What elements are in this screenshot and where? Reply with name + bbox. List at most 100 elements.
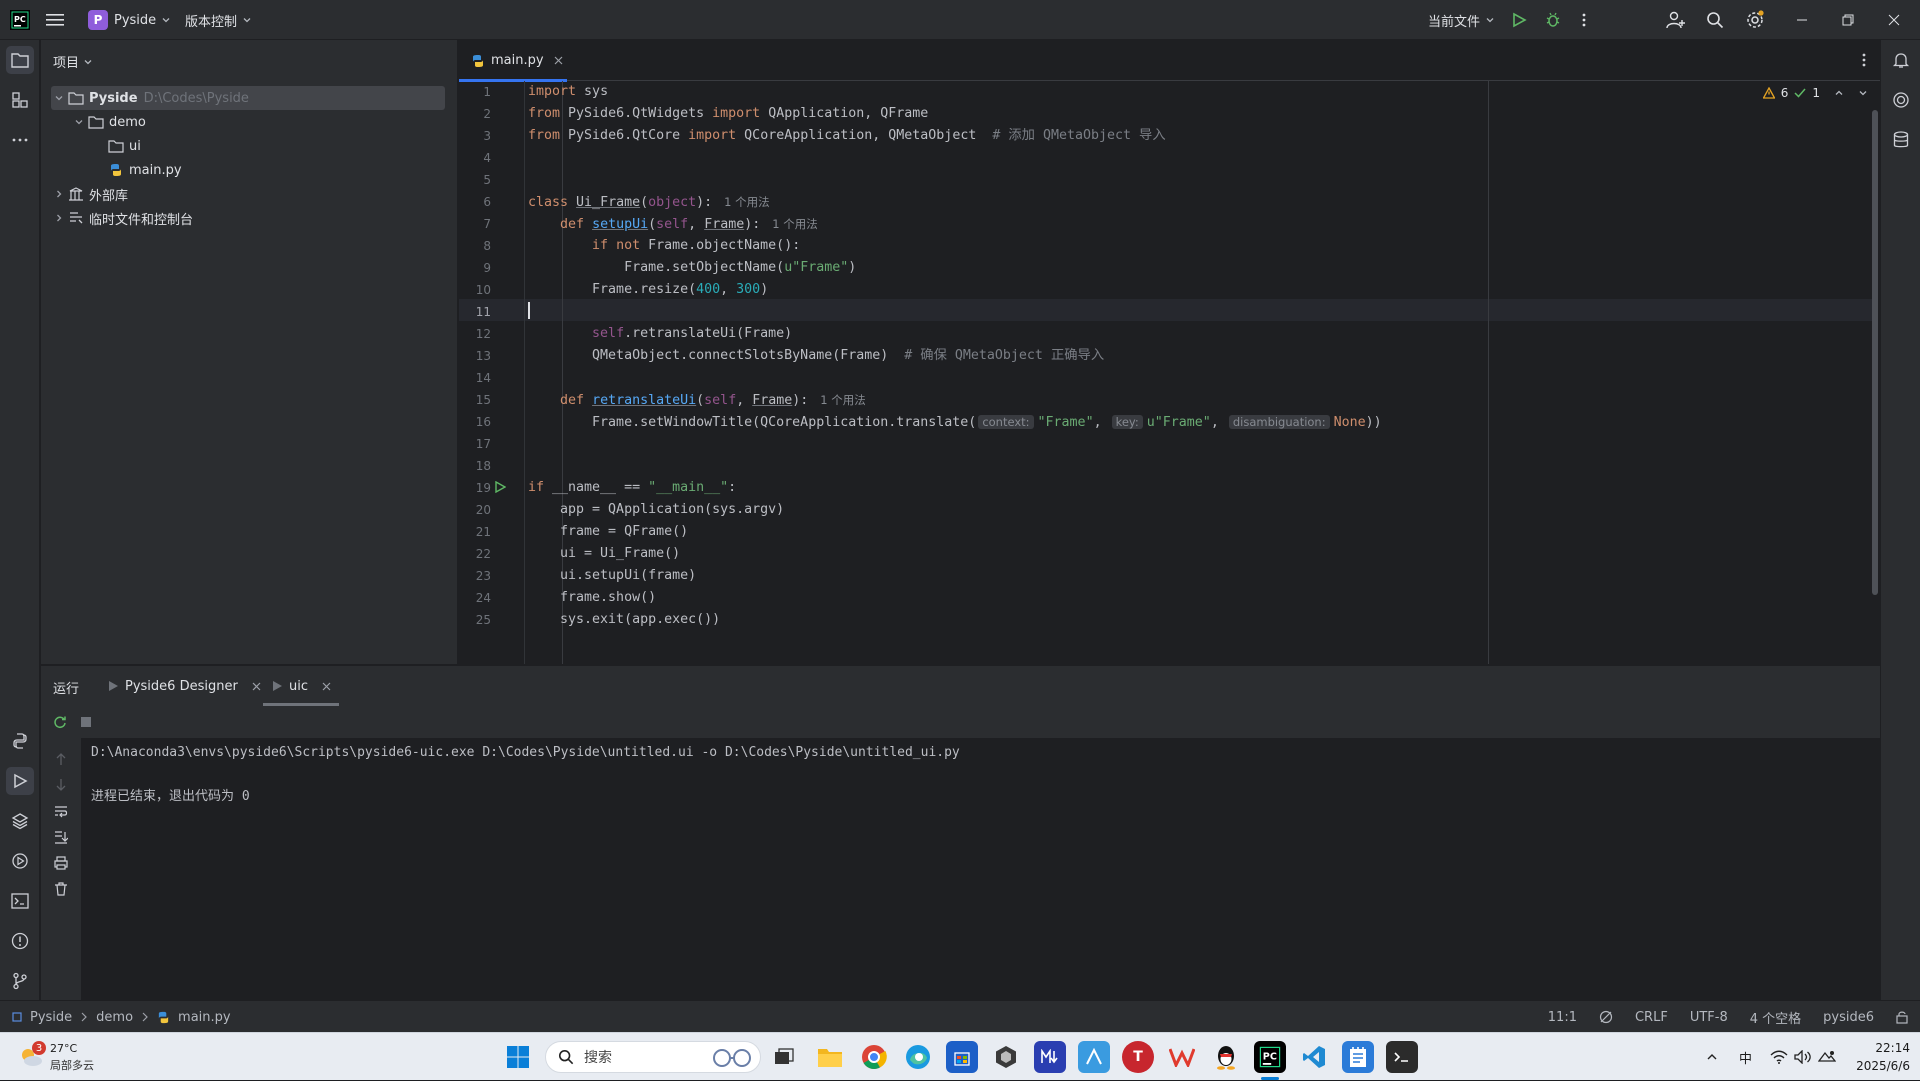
code-line-13[interactable]: QMetaObject.connectSlotsByName(Frame) # … [528,345,1104,367]
line-number[interactable]: 8 [459,239,491,253]
clock[interactable]: 22:14 2025/6/6 [1848,1039,1910,1075]
tab-main-py[interactable]: main.py [459,40,567,82]
database-button[interactable] [1887,126,1915,154]
line-number[interactable]: 10 [459,283,491,297]
problems-tool-button[interactable] [6,927,34,955]
lock-icon[interactable] [1896,1010,1908,1024]
run-gutter-icon[interactable] [494,481,506,493]
line-number[interactable]: 20 [459,503,491,517]
tab-uic[interactable]: uic [263,666,339,706]
chevron-right-icon[interactable] [51,189,67,199]
project-tool-button[interactable] [6,46,34,74]
scroll-to-end-button[interactable] [54,830,68,844]
editor-scrollbar[interactable] [1872,110,1878,595]
tray-overflow-button[interactable] [1706,1033,1718,1081]
terminal-tool-button[interactable] [6,887,34,915]
tree-item-external-libraries[interactable]: 外部库 [51,182,445,206]
caret-position[interactable]: 11:1 [1548,1010,1577,1025]
minimize-button[interactable] [1779,0,1825,40]
ai-assistant-button[interactable] [1887,86,1915,114]
store-button[interactable] [946,1041,978,1073]
line-number[interactable]: 19 [459,481,491,495]
file-encoding[interactable]: UTF-8 [1690,1010,1728,1025]
wps-button[interactable] [1166,1041,1198,1073]
tree-item-scratches[interactable]: 临时文件和控制台 [51,206,445,230]
tree-item-pyside[interactable]: Pyside D:\Codes\Pyside [51,86,445,110]
battery-icon[interactable] [1818,1033,1836,1081]
line-number[interactable]: 25 [459,613,491,627]
close-window-button[interactable] [1871,0,1917,40]
close-tab-icon[interactable] [322,682,331,691]
notifications-button[interactable] [1887,46,1915,74]
line-number[interactable]: 14 [459,371,491,385]
line-number[interactable]: 1 [459,85,491,99]
usage-hint[interactable]: 1 个用法 [724,195,769,209]
ime-indicator[interactable]: 中 [1739,1033,1752,1081]
line-number[interactable]: 22 [459,547,491,561]
inspection-widget[interactable]: 6 1 [1762,86,1868,100]
line-number[interactable]: 18 [459,459,491,473]
code-line-2[interactable]: from PySide6.QtWidgets import QApplicati… [528,103,928,125]
typora-button[interactable] [1034,1041,1066,1073]
code-with-me-button[interactable] [1666,0,1686,40]
run-console-output[interactable]: D:\Anaconda3\envs\pyside6\Scripts\pyside… [81,738,1880,1000]
app-a-button[interactable] [1078,1041,1110,1073]
services-tool-button[interactable] [6,847,34,875]
tree-item-ui[interactable]: ui [51,134,445,158]
wifi-icon[interactable] [1770,1033,1788,1081]
tab-options-button[interactable] [1862,52,1866,68]
breadcrumb-item[interactable]: main.py [178,1010,231,1025]
weather-widget[interactable]: 3 27°C 局部多云 [18,1041,138,1073]
code-line-6[interactable]: class Ui_Frame(object): 1 个用法 [528,191,770,213]
unity-hub-button[interactable] [990,1041,1022,1073]
code-line-7[interactable]: def setupUi(self, Frame): 1 个用法 [528,213,818,235]
taskbar-search[interactable]: 搜索 [545,1041,761,1073]
restore-button[interactable] [1825,0,1871,40]
code-line-12[interactable]: self.retranslateUi(Frame) [528,323,792,345]
code-line-3[interactable]: from PySide6.QtCore import QCoreApplicat… [528,125,1166,147]
run-tool-button[interactable] [6,767,34,795]
app-t-button[interactable]: T [1122,1041,1154,1073]
debug-button[interactable] [1545,0,1561,40]
line-number[interactable]: 4 [459,151,491,165]
edge-button[interactable] [902,1041,934,1073]
code-line-10[interactable]: Frame.resize(400, 300) [528,279,768,301]
line-number[interactable]: 13 [459,349,491,363]
run-config-selector[interactable]: 当前文件 [1428,0,1495,40]
code-line-20[interactable]: app = QApplication(sys.argv) [528,499,784,521]
vcs-menu[interactable]: 版本控制 [185,0,252,40]
line-separator[interactable]: CRLF [1635,1010,1668,1025]
line-number[interactable]: 16 [459,415,491,429]
usage-hint[interactable]: 1 个用法 [772,217,817,231]
code-line-24[interactable]: frame.show() [528,587,656,609]
volume-icon[interactable] [1794,1033,1812,1081]
clear-output-button[interactable] [54,882,68,896]
ai-off-icon[interactable] [1599,1010,1613,1024]
code-line-15[interactable]: def retranslateUi(self, Frame): 1 个用法 [528,389,866,411]
notepad-button[interactable] [1342,1041,1374,1073]
start-button[interactable] [502,1041,534,1073]
line-number[interactable]: 17 [459,437,491,451]
code-line-25[interactable]: sys.exit(app.exec()) [528,609,720,631]
file-explorer-button[interactable] [814,1041,846,1073]
python-interpreter[interactable]: pyside6 [1823,1010,1874,1025]
pycharm-taskbar-button[interactable]: PC [1254,1041,1286,1073]
close-tab-icon[interactable] [252,682,261,691]
code-line-21[interactable]: frame = QFrame() [528,521,688,543]
project-switcher[interactable]: P Pyside [88,0,171,40]
chevron-down-icon[interactable] [1858,88,1868,98]
search-everywhere-button[interactable] [1706,0,1724,40]
structure-tool-button[interactable] [6,86,34,114]
more-actions-button[interactable] [1582,0,1586,40]
code-line-23[interactable]: ui.setupUi(frame) [528,565,696,587]
vscode-button[interactable] [1298,1041,1330,1073]
usage-hint[interactable]: 1 个用法 [820,393,865,407]
code-line-1[interactable]: import sys [528,81,608,103]
chevron-up-icon[interactable] [1834,88,1844,98]
soft-wrap-button[interactable] [54,804,68,818]
settings-button[interactable] [1745,0,1765,40]
line-number[interactable]: 15 [459,393,491,407]
line-number[interactable]: 3 [459,129,491,143]
line-number[interactable]: 24 [459,591,491,605]
chevron-down-icon[interactable] [71,117,87,127]
